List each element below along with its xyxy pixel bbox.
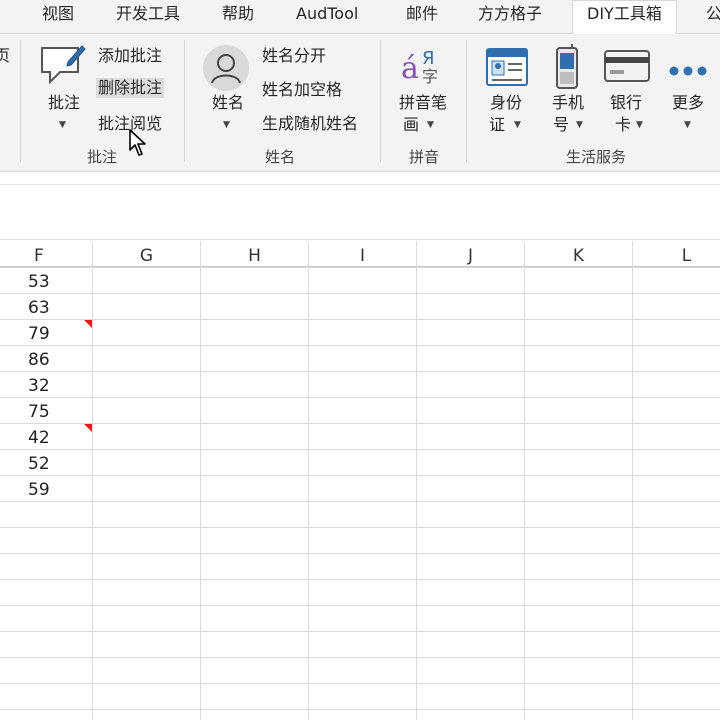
tab-mail[interactable]: 邮件	[406, 0, 438, 34]
name-add-space-button[interactable]: 姓名加空格	[262, 80, 342, 100]
cell-f[interactable]: 52	[0, 450, 92, 476]
bank-card-icon[interactable]	[604, 50, 650, 86]
pinyin-icon[interactable]: á Я 字	[400, 44, 446, 94]
column-gridline	[416, 241, 417, 720]
split-name-button[interactable]: 姓名分开	[262, 46, 326, 66]
svg-text:字: 字	[422, 67, 438, 86]
group-separator	[466, 40, 467, 162]
comment-indicator-icon[interactable]	[84, 320, 92, 328]
id-card-button[interactable]: 身份	[486, 92, 526, 114]
tab-developer[interactable]: 开发工具	[116, 0, 180, 34]
group-separator	[20, 40, 21, 162]
more-icon[interactable]	[668, 62, 708, 81]
pinyin-stroke-button-line2[interactable]: 画	[400, 114, 422, 136]
cell-f[interactable]: 59	[0, 476, 92, 502]
tab-view[interactable]: 视图	[42, 0, 74, 34]
excel-window: ] 视图 开发工具 帮助 AudTool 邮件 方方格子 DIY工具箱 公 页 …	[0, 0, 720, 720]
cell-f[interactable]: 63	[0, 294, 92, 320]
chevron-down-icon[interactable]: ▼	[636, 120, 643, 130]
chevron-down-icon[interactable]: ▼	[514, 120, 521, 130]
ribbon-tab-bar: ] 视图 开发工具 帮助 AudTool 邮件 方方格子 DIY工具箱 公	[0, 0, 720, 35]
add-comment-button[interactable]: 添加批注	[98, 46, 162, 66]
mobile-number-button[interactable]: 手机	[548, 92, 588, 114]
cell-f[interactable]: 75	[0, 398, 92, 424]
column-header-row: F G H I J K L	[0, 241, 720, 267]
tab-help[interactable]: 帮助	[222, 0, 254, 34]
column-header-j[interactable]: J	[417, 241, 524, 267]
cell-f[interactable]: 79	[0, 320, 92, 346]
pinyin-stroke-button[interactable]: 拼音笔	[392, 92, 454, 114]
chevron-down-icon[interactable]: ▼	[684, 120, 691, 130]
svg-text:á: á	[401, 51, 419, 86]
mobile-number-button-line2[interactable]: 号	[550, 114, 572, 136]
cell-f[interactable]: 86	[0, 346, 92, 372]
column-header-h[interactable]: H	[201, 241, 308, 267]
id-card-button-line2[interactable]: 证	[486, 114, 508, 136]
column-header-k[interactable]: K	[525, 241, 632, 267]
comment-icon[interactable]	[38, 42, 86, 92]
group-separator	[380, 40, 381, 162]
ribbon-panel: 页 批注 ▼ 添加批注 删除批注 批注阅览 批注 姓名 ▼ 姓名分开 姓名加空格	[0, 34, 720, 172]
cell-f[interactable]: 32	[0, 372, 92, 398]
comment-button[interactable]: 批注	[44, 92, 84, 114]
bank-card-button[interactable]: 银行	[606, 92, 646, 114]
tab-formulas-partial[interactable]: 公	[706, 0, 720, 34]
tab-audtool[interactable]: AudTool	[296, 0, 358, 34]
id-card-icon[interactable]	[486, 48, 528, 90]
formula-bar-area[interactable]	[0, 172, 720, 240]
column-gridline	[524, 241, 525, 720]
random-name-button[interactable]: 生成随机姓名	[262, 114, 358, 134]
column-header-l[interactable]: L	[633, 241, 720, 267]
group-label-name: 姓名	[264, 148, 295, 166]
tab-fangfang[interactable]: 方方格子	[478, 0, 542, 34]
divider	[0, 184, 720, 185]
chevron-down-icon[interactable]: ▼	[576, 120, 583, 130]
worksheet-grid[interactable]	[0, 267, 720, 720]
column-gridline	[200, 241, 201, 720]
column-gridline	[308, 241, 309, 720]
column-gridline	[632, 241, 633, 720]
more-button[interactable]: 更多	[668, 92, 708, 114]
mobile-phone-icon[interactable]	[554, 44, 580, 94]
column-header-f[interactable]: F	[0, 241, 92, 267]
cell-f[interactable]: 42	[0, 424, 92, 450]
name-button[interactable]: 姓名	[208, 92, 248, 114]
cell-f[interactable]: 53	[0, 268, 92, 294]
chevron-down-icon[interactable]: ▼	[59, 120, 66, 130]
chevron-down-icon[interactable]: ▼	[427, 120, 434, 130]
tab-diy-toolbox[interactable]: DIY工具箱	[572, 0, 677, 35]
partial-button[interactable]: 页	[0, 46, 10, 66]
avatar-icon[interactable]	[202, 44, 250, 96]
bank-card-button-line2[interactable]: 卡	[612, 114, 634, 136]
column-gridline	[92, 241, 93, 720]
column-header-i[interactable]: I	[309, 241, 416, 267]
comment-indicator-icon[interactable]	[84, 424, 92, 432]
group-label-life-services: 生活服务	[565, 148, 626, 166]
delete-comment-button[interactable]: 删除批注	[96, 78, 165, 98]
svg-text:Я: Я	[422, 48, 435, 69]
column-header-g[interactable]: G	[93, 241, 200, 267]
group-separator	[184, 40, 185, 162]
mouse-cursor-icon	[128, 128, 150, 162]
group-label-pinyin: 拼音	[408, 148, 439, 166]
chevron-down-icon[interactable]: ▼	[223, 120, 230, 130]
